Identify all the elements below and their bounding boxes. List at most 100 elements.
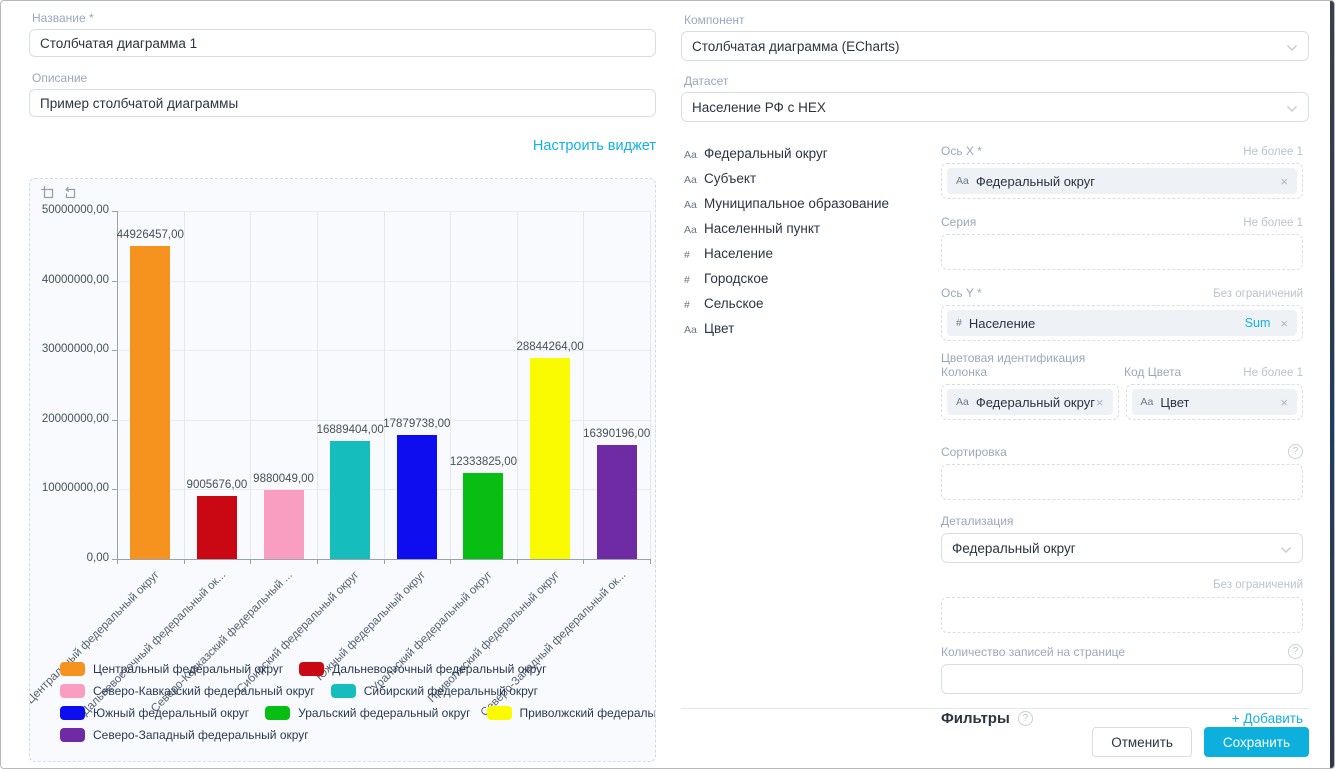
x-axis-line: [117, 559, 651, 560]
y-axis-chip[interactable]: # Население Sum ×: [947, 310, 1297, 336]
field-item[interactable]: #Городское: [684, 271, 934, 296]
field-item[interactable]: AaЦвет: [684, 321, 934, 346]
legend-marker: [265, 706, 290, 720]
filters-label: Фильтры: [941, 710, 1010, 727]
sorting-dropzone[interactable]: [941, 464, 1303, 500]
y-axis-dropzone[interactable]: # Население Sum ×: [941, 305, 1303, 341]
close-icon[interactable]: ×: [1096, 395, 1104, 410]
bar[interactable]: [530, 358, 570, 559]
bar[interactable]: [130, 246, 170, 559]
field-item-label: Городское: [704, 271, 768, 286]
x-axis-dropzone[interactable]: Aa Федеральный округ ×: [941, 163, 1303, 199]
description-label: Описание: [32, 71, 656, 85]
help-icon[interactable]: ?: [1288, 644, 1303, 659]
configure-widget-link[interactable]: Настроить виджет: [533, 138, 656, 154]
dataset-label: Датасет: [684, 74, 1309, 88]
cancel-button[interactable]: Отменить: [1092, 727, 1192, 757]
bar[interactable]: [397, 435, 437, 559]
legend-label: Приволжский федеральный округ: [520, 706, 656, 720]
bar[interactable]: [463, 473, 503, 559]
field-item-label: Субъект: [704, 171, 756, 186]
help-icon[interactable]: ?: [1288, 444, 1303, 459]
legend-item[interactable]: Центральный федеральный округ: [60, 662, 283, 676]
number-type-icon: #: [684, 299, 704, 311]
bar-value-label: 44926457,00: [85, 229, 215, 241]
legend-item[interactable]: Дальневосточный федеральный округ: [299, 662, 546, 676]
x-axis-chip[interactable]: Aa Федеральный округ ×: [947, 168, 1297, 194]
string-type-icon: Aa: [684, 199, 704, 211]
field-item[interactable]: #Сельское: [684, 296, 934, 321]
chevron-down-icon: [1280, 546, 1292, 554]
chevron-down-icon: [1286, 105, 1298, 113]
bar-value-label: 16390196,00: [552, 428, 656, 440]
save-button[interactable]: Сохранить: [1204, 727, 1309, 757]
help-icon[interactable]: ?: [1018, 711, 1033, 726]
bar[interactable]: [330, 441, 370, 559]
gridline: [450, 211, 451, 559]
records-per-page-input[interactable]: [941, 664, 1303, 694]
legend-item[interactable]: Северо-Кавказский федеральный округ: [60, 684, 315, 698]
component-label: Компонент: [684, 13, 1309, 27]
string-type-icon: Aa: [684, 324, 704, 336]
series-limit: Не более 1: [1243, 217, 1303, 229]
field-item[interactable]: AaМуниципальное образование: [684, 196, 934, 221]
color-ident-label: Цветовая идентификация: [941, 351, 1303, 365]
bar[interactable]: [597, 445, 637, 559]
legend-marker: [331, 684, 356, 698]
bar-value-label: 28844264,00: [485, 341, 615, 353]
string-type-icon: Aa: [684, 174, 704, 186]
chart-legend: Центральный федеральный округ Дальневосто…: [60, 662, 656, 750]
string-type-icon: Aa: [684, 149, 704, 161]
color-column-label: Колонка: [941, 365, 1124, 379]
bar[interactable]: [264, 490, 304, 559]
y-axis-tick-label: 0,00: [29, 552, 109, 564]
field-item[interactable]: #Население: [684, 246, 934, 271]
color-code-chip[interactable]: Aa Цвет ×: [1132, 389, 1298, 415]
detail-select[interactable]: Федеральный округ: [941, 533, 1303, 563]
legend-label: Уральский федеральный округ: [298, 706, 470, 720]
chevron-down-icon: [1286, 44, 1298, 52]
color-ident-limit: Не более 1: [1243, 367, 1303, 379]
color-code-dropzone[interactable]: Aa Цвет ×: [1126, 384, 1304, 420]
aggregation-badge[interactable]: Sum: [1245, 316, 1281, 330]
string-type-icon: Aa: [956, 175, 969, 187]
detail-label: Детализация: [941, 514, 1303, 528]
add-filter-button[interactable]: + Добавить: [1232, 711, 1303, 726]
field-item-label: Население: [704, 246, 773, 261]
description-input[interactable]: [29, 89, 656, 117]
component-select[interactable]: Столбчатая диаграмма (ECharts): [681, 31, 1309, 61]
gridline: [583, 211, 584, 559]
dataset-select[interactable]: Население РФ с HEX: [681, 92, 1309, 122]
close-icon[interactable]: ×: [1280, 395, 1288, 410]
string-type-icon: Aa: [684, 224, 704, 236]
color-column-dropzone[interactable]: Aa Федеральный округ ×: [941, 384, 1119, 420]
x-axis-limit: Не более 1: [1243, 146, 1303, 158]
extra-dropzone[interactable]: [941, 597, 1303, 633]
name-input[interactable]: [29, 29, 656, 57]
y-axis-tick-label: 50000000,00: [29, 204, 109, 216]
field-item-label: Муниципальное образование: [704, 196, 889, 211]
legend-item[interactable]: Приволжский федеральный округ: [487, 706, 656, 720]
series-dropzone[interactable]: [941, 234, 1303, 270]
bar-value-label: 9880049,00: [219, 473, 349, 485]
field-item[interactable]: AaСубъект: [684, 171, 934, 196]
field-item[interactable]: AaФедеральный округ: [684, 146, 934, 171]
legend-item[interactable]: Южный федеральный округ: [60, 706, 249, 720]
color-column-chip[interactable]: Aa Федеральный округ ×: [947, 389, 1113, 415]
bar[interactable]: [197, 496, 237, 559]
close-icon[interactable]: ×: [1280, 174, 1288, 189]
chart-preview: 50000000,0040000000,0030000000,002000000…: [29, 178, 656, 762]
field-item[interactable]: AaНаселенный пункт: [684, 221, 934, 246]
legend-item[interactable]: Северо-Западный федеральный округ: [60, 728, 309, 742]
no-limit-label: Без ограничений: [1213, 579, 1303, 591]
gridline: [317, 211, 318, 559]
left-section: Название * Описание Настроить виджет: [29, 11, 656, 762]
legend-label: Южный федеральный округ: [93, 706, 249, 720]
right-edge-scrollbar[interactable]: [1330, 1, 1334, 768]
legend-item[interactable]: Уральский федеральный округ: [265, 706, 470, 720]
dataset-field-list: AaФедеральный округAaСубъектAaМуниципаль…: [684, 146, 934, 346]
legend-item[interactable]: Сибирский федеральный округ: [331, 684, 538, 698]
dataset-value: Население РФ с HEX: [692, 100, 826, 115]
field-item-label: Федеральный округ: [704, 146, 828, 161]
close-icon[interactable]: ×: [1280, 316, 1288, 331]
